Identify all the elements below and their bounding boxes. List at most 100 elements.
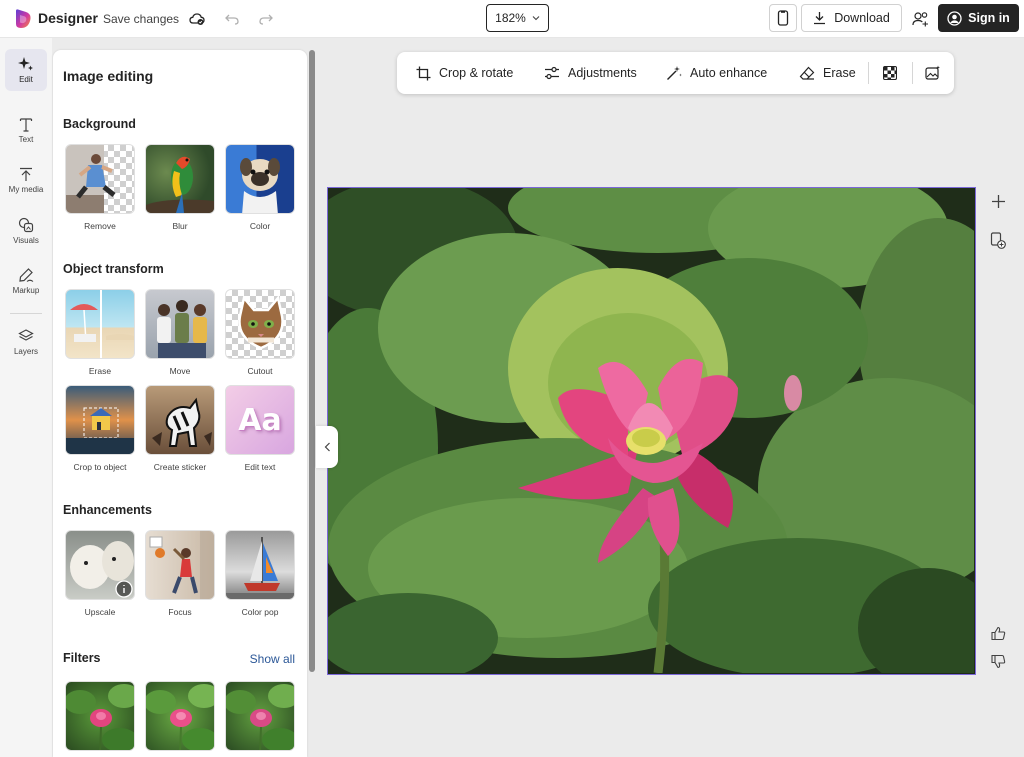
download-label: Download <box>834 11 890 25</box>
erase-button[interactable]: Erase <box>799 52 856 94</box>
panel-title: Image editing <box>63 68 154 84</box>
tile-label-create-sticker: Create sticker <box>153 462 207 472</box>
crop-to-object-thumbnail <box>65 385 135 455</box>
sign-in-label: Sign in <box>968 11 1010 25</box>
erase-label: Erase <box>823 66 856 80</box>
tool-color-background[interactable]: Color <box>225 144 295 231</box>
checkerboard-icon <box>883 66 897 80</box>
layers-icon <box>18 329 34 341</box>
tool-erase-object[interactable]: Erase <box>65 289 135 376</box>
rail-label-text: Text <box>18 134 34 144</box>
cutout-thumbnail <box>225 289 295 359</box>
tool-move-object[interactable]: Move <box>145 289 215 376</box>
sign-in-button[interactable]: Sign in <box>938 4 1019 32</box>
rail-label-visuals: Visuals <box>13 236 39 245</box>
crop-rotate-label: Crop & rotate <box>439 66 514 80</box>
upscale-thumbnail <box>65 530 135 600</box>
crop-rotate-button[interactable]: Crop & rotate <box>416 52 513 94</box>
tool-create-sticker[interactable]: Create sticker <box>145 385 215 472</box>
pen-icon <box>19 268 34 282</box>
color-pop-thumbnail <box>225 530 295 600</box>
tile-label-erase: Erase <box>88 366 112 376</box>
duplicate-page-button[interactable] <box>988 230 1008 250</box>
eraser-icon <box>799 66 815 80</box>
remove-thumbnail <box>65 144 135 214</box>
blur-thumbnail <box>145 144 215 214</box>
chevron-left-icon <box>324 442 330 452</box>
rail-item-markup[interactable]: Markup <box>5 260 47 302</box>
toolbar-divider <box>868 62 869 84</box>
tile-label-focus: Focus <box>168 607 192 617</box>
cloud-save-icon[interactable] <box>187 9 207 29</box>
rail-item-edit[interactable]: Edit <box>5 49 47 91</box>
tool-crop-to-object[interactable]: Crop to object <box>65 385 135 472</box>
tool-upscale[interactable]: Upscale <box>65 530 135 617</box>
thumbs-down-icon <box>990 654 1005 668</box>
sparkle-icon <box>18 57 33 71</box>
edit-text-thumbnail: Aa <box>225 385 295 455</box>
app-name: Designer <box>38 10 98 26</box>
section-title-filters: Filters <box>63 651 101 665</box>
tool-color-pop[interactable]: Color pop <box>225 530 295 617</box>
left-rail: Edit Text My media Visuals Markup Layers <box>0 38 52 757</box>
create-sticker-thumbnail <box>145 385 215 455</box>
filter-option-3[interactable] <box>225 681 295 751</box>
rail-label-my-media: My media <box>8 184 44 194</box>
section-title-enhancements: Enhancements <box>63 503 152 517</box>
collapse-panel-button[interactable] <box>316 426 338 468</box>
image-editing-panel: Image editing Background Remove Blur Col… <box>53 50 307 757</box>
share-people-icon[interactable] <box>910 9 930 29</box>
section-title-object-transform: Object transform <box>63 262 164 276</box>
remove-background-button[interactable] <box>883 52 897 94</box>
erase-thumbnail <box>65 289 135 359</box>
tile-label-upscale: Upscale <box>84 607 116 617</box>
filter-option-2[interactable] <box>145 681 215 751</box>
crop-icon <box>416 66 431 80</box>
tool-edit-text[interactable]: Aa Edit text <box>225 385 295 472</box>
filter-thumbnail <box>65 681 135 751</box>
sliders-icon <box>545 66 559 80</box>
rail-item-visuals[interactable]: Visuals <box>5 210 47 252</box>
toolbar-divider <box>912 62 913 84</box>
thumbs-down-button[interactable] <box>988 651 1008 671</box>
phone-icon <box>777 10 789 26</box>
tool-blur-background[interactable]: Blur <box>145 144 215 231</box>
thumbs-up-button[interactable] <box>988 623 1008 643</box>
tile-label-crop-to-object: Crop to object <box>73 462 127 472</box>
tool-cutout[interactable]: Cutout <box>225 289 295 376</box>
save-changes-button[interactable]: Save changes <box>103 12 179 26</box>
show-all-filters-link[interactable]: Show all <box>250 652 295 666</box>
rail-item-text[interactable]: Text <box>5 109 47 151</box>
filter-option-1[interactable] <box>65 681 135 751</box>
adjustments-button[interactable]: Adjustments <box>544 52 637 94</box>
zoom-dropdown[interactable]: 182% <box>486 4 549 32</box>
tile-label-edit-text: Edit text <box>244 462 276 472</box>
rail-item-my-media[interactable]: My media <box>5 159 47 201</box>
image-toolbar: Crop & rotate Adjustments Auto enhance E… <box>397 52 954 94</box>
thumbs-up-icon <box>990 626 1005 640</box>
page-size-button[interactable] <box>769 4 797 32</box>
designer-logo <box>16 9 31 28</box>
magic-wand-icon <box>667 66 682 80</box>
rail-item-layers[interactable]: Layers <box>5 321 47 363</box>
canvas-image[interactable] <box>327 187 976 675</box>
tile-label-cutout: Cutout <box>247 366 273 376</box>
add-page-button[interactable] <box>988 191 1008 211</box>
panel-scrollbar[interactable] <box>309 50 315 672</box>
tool-remove-background[interactable]: Remove <box>65 144 135 231</box>
chevron-down-icon <box>532 16 540 21</box>
download-icon <box>814 12 826 25</box>
undo-icon[interactable] <box>222 9 242 29</box>
text-icon <box>19 117 33 132</box>
adjustments-label: Adjustments <box>568 66 637 80</box>
redo-icon[interactable] <box>256 9 276 29</box>
image-options-button[interactable] <box>925 52 941 94</box>
download-button[interactable]: Download <box>801 4 902 32</box>
rail-divider <box>10 313 42 314</box>
auto-enhance-button[interactable]: Auto enhance <box>666 52 767 94</box>
top-bar: Designer Save changes 182% Download Sign… <box>0 0 1024 38</box>
tool-focus[interactable]: Focus <box>145 530 215 617</box>
rail-label-edit: Edit <box>19 75 33 84</box>
page-add-icon <box>990 231 1006 249</box>
move-thumbnail <box>145 289 215 359</box>
